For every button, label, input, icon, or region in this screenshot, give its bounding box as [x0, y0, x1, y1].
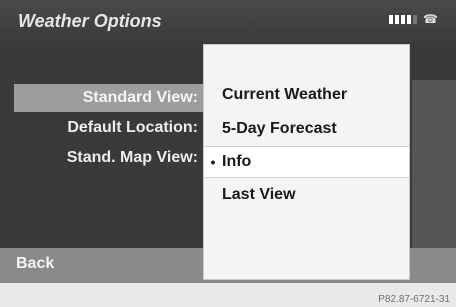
standard-view-dropdown: Current Weather 5-Day Forecast • Info La… — [203, 44, 410, 280]
option-current-weather[interactable]: Current Weather — [204, 79, 409, 111]
setting-row-stand-map-view[interactable]: Stand. Map View: — [14, 144, 204, 172]
setting-row-label: Default Location: — [67, 119, 198, 136]
image-caption: P82.87-6721-31 — [378, 294, 450, 305]
setting-row-standard-view[interactable]: Standard View: — [14, 84, 204, 112]
signal-bar — [413, 14, 418, 24]
setting-row-label: Standard View: — [82, 89, 198, 106]
signal-bar — [389, 14, 394, 24]
selected-bullet-icon: • — [210, 154, 216, 170]
header-bar: Weather Options ☎ — [0, 0, 456, 44]
back-button[interactable]: Back — [16, 255, 54, 273]
phone-icon: ☎ — [423, 12, 438, 26]
option-info[interactable]: • Info — [204, 146, 409, 178]
signal-bar — [407, 14, 412, 24]
status-area: ☎ — [389, 12, 438, 26]
signal-bar — [395, 14, 400, 24]
option-label: Current Weather — [222, 86, 348, 103]
option-label: 5-Day Forecast — [222, 120, 337, 137]
option-label: Info — [222, 153, 252, 170]
weather-options-screen: Weather Options ☎ Standard View: Default… — [0, 0, 456, 283]
option-label: Last View — [222, 186, 296, 203]
page-title: Weather Options — [18, 11, 162, 31]
signal-strength-icon — [389, 14, 418, 24]
option-5-day-forecast[interactable]: 5-Day Forecast — [204, 113, 409, 145]
setting-row-default-location[interactable]: Default Location: — [14, 114, 204, 142]
setting-row-label: Stand. Map View: — [66, 149, 198, 166]
signal-bar — [401, 14, 406, 24]
option-last-view[interactable]: Last View — [204, 179, 409, 211]
